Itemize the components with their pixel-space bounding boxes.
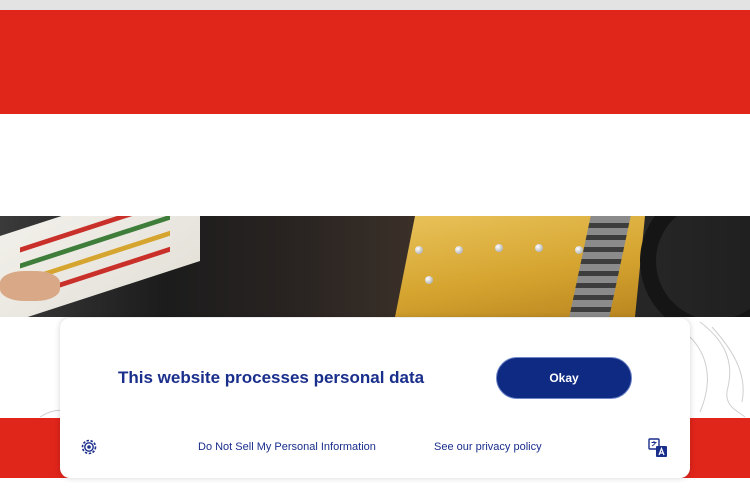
red-hero-banner [0,10,750,114]
translate-icon[interactable] [648,438,668,458]
consent-banner: This website processes personal data Oka… [60,318,690,478]
consent-title: This website processes personal data [118,368,425,387]
gear-icon[interactable] [80,438,98,456]
top-strip [0,0,750,10]
do-not-sell-link[interactable]: Do Not Sell My Personal Information [198,441,376,453]
content-spacer [0,114,750,216]
hand-image [0,271,60,301]
privacy-policy-link[interactable]: See our privacy policy [434,441,542,453]
hero-photo [0,216,750,317]
okay-button[interactable]: Okay [496,357,632,399]
wheel-image [640,216,750,317]
catalog-image [0,216,200,317]
